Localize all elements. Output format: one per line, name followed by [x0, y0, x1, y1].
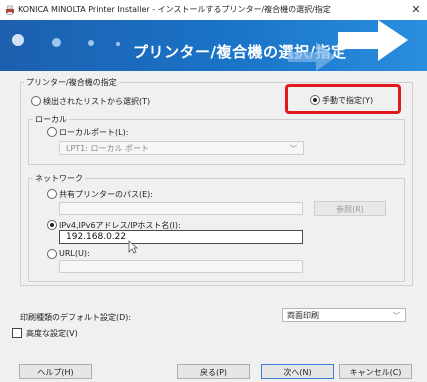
help-button[interactable]: ヘルプ(H) — [19, 364, 92, 379]
arrow-icon — [288, 20, 408, 71]
back-button[interactable]: 戻る(P) — [177, 364, 250, 379]
radio-local-port-label: ローカルポート(L): — [59, 128, 129, 137]
radio-share-path[interactable] — [47, 189, 57, 199]
radio-manual-label: 手動で指定(Y) — [322, 96, 374, 105]
default-print-value: 両面印刷 — [287, 311, 319, 320]
radio-manual[interactable] — [310, 95, 320, 105]
radio-url[interactable] — [47, 249, 57, 259]
radio-local-port[interactable] — [47, 127, 57, 137]
local-port-select[interactable]: LPT1: ローカル ポート ﹀ — [59, 141, 304, 155]
next-button[interactable]: 次へ(N) — [261, 364, 334, 379]
title-bar: KONICA MINOLTA Printer Installer - インストー… — [0, 0, 427, 21]
radio-detected-label: 検出されたリストから選択(T) — [43, 97, 151, 106]
radio-ip-address[interactable] — [47, 220, 57, 230]
radio-share-path-label: 共有プリンターのパス(E): — [59, 190, 153, 199]
printer-app-icon — [6, 5, 14, 15]
browse-button[interactable]: 参照(R) — [314, 201, 386, 216]
chevron-down-icon: ﹀ — [393, 312, 400, 320]
decor-dot-icon — [88, 40, 94, 46]
advanced-settings-checkbox[interactable] — [12, 328, 22, 338]
mouse-cursor-icon — [128, 240, 138, 254]
radio-detected-list[interactable] — [31, 96, 41, 106]
share-path-input[interactable] — [59, 202, 303, 215]
decor-dot-icon — [12, 34, 24, 46]
local-port-value: LPT1: ローカル ポート — [66, 144, 150, 153]
url-input[interactable] — [59, 260, 303, 273]
default-print-label: 印刷種類のデフォルト設定(D): — [20, 313, 132, 322]
local-group-label: ローカル — [33, 114, 69, 125]
decor-dot-icon — [52, 38, 61, 47]
ip-address-input[interactable]: 192.168.0.22 — [59, 230, 303, 244]
radio-url-label: URL(U): — [59, 249, 90, 258]
advanced-settings-label: 高度な設定(V) — [26, 329, 78, 338]
network-group-label: ネットワーク — [33, 173, 85, 184]
decor-dot-icon — [116, 42, 120, 46]
header-banner: プリンター/複合機の選択/指定 — [0, 20, 427, 71]
window-title: KONICA MINOLTA Printer Installer - インストー… — [18, 5, 331, 14]
chevron-down-icon: ﹀ — [290, 145, 297, 153]
close-icon[interactable]: ✕ — [409, 3, 423, 17]
cancel-button[interactable]: キャンセル(C) — [339, 364, 412, 379]
printer-group-label: プリンター/複合機の指定 — [24, 77, 119, 88]
default-print-select[interactable]: 両面印刷 ﹀ — [282, 308, 406, 322]
